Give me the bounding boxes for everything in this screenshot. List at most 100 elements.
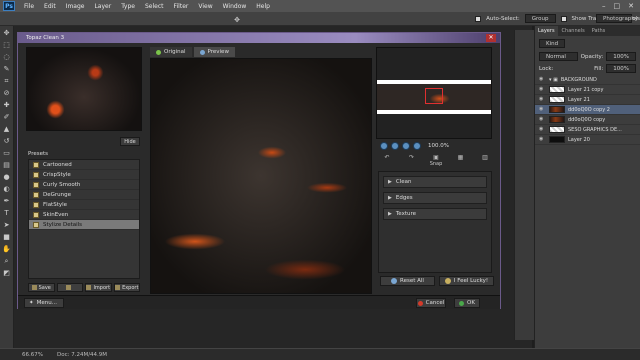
cancel-button[interactable]: Cancel (416, 298, 446, 308)
menu-view[interactable]: View (193, 3, 217, 10)
menu-edit[interactable]: Edit (39, 3, 61, 10)
preset-item[interactable]: SkinEven (29, 210, 139, 220)
layer-row[interactable]: ◉ dd0oQ0O copy 2 (535, 105, 640, 115)
compare-icon[interactable]: ▦ (454, 154, 468, 161)
close-icon[interactable]: ✕ (628, 2, 634, 10)
zoom-100-icon[interactable] (413, 142, 421, 150)
kind-filter-dropdown[interactable]: Kind (539, 39, 566, 48)
zoom-level[interactable]: 66.67% (22, 352, 43, 358)
layer-row[interactable]: ◉ SESO GRAPHICS DE... (535, 125, 640, 135)
dialog-close-button[interactable]: ✕ (486, 34, 496, 42)
history-controls: ↶ ↷ ▣ Snap ▦ ▥ (380, 154, 492, 168)
transform-controls-checkbox[interactable] (560, 15, 567, 22)
eraser-icon[interactable]: ▭ (2, 148, 12, 158)
zoom-fit-icon[interactable] (402, 142, 410, 150)
menu-button[interactable]: ✦ Menu... (24, 298, 64, 308)
layer-row[interactable]: ◉ dd0oQ0O copy (535, 115, 640, 125)
layer-row[interactable]: ◉ Layer 20 (535, 135, 640, 145)
menu-window[interactable]: Window (218, 3, 252, 10)
ok-button[interactable]: OK (454, 298, 480, 308)
edges-section[interactable]: ▶ Edges (383, 192, 487, 204)
hand-tool-icon[interactable]: ✋ (2, 244, 12, 254)
import-button[interactable]: Import (85, 283, 112, 292)
snap-button[interactable]: ▣ Snap (429, 154, 443, 167)
visibility-eye-icon[interactable]: ◉ (539, 76, 546, 83)
blur-tool-icon[interactable]: ● (2, 172, 12, 182)
zoom-in-icon[interactable] (380, 142, 388, 150)
menu-select[interactable]: Select (140, 3, 169, 10)
preset-item[interactable]: Stylize Details (29, 220, 139, 230)
visibility-eye-icon[interactable]: ◉ (539, 86, 546, 93)
auto-select-checkbox[interactable] (475, 15, 482, 22)
menu-layer[interactable]: Layer (89, 3, 116, 10)
navigator-box[interactable] (376, 47, 492, 139)
menu-help[interactable]: Help (251, 3, 275, 10)
maximize-icon[interactable]: □ (614, 2, 621, 10)
crop-tool-icon[interactable]: ⌗ (2, 76, 12, 86)
type-tool-icon[interactable]: T (2, 208, 12, 218)
tab-paths[interactable]: Paths (589, 26, 609, 36)
tab-preview[interactable]: Preview (193, 47, 235, 57)
dialog-title-bar[interactable]: Topaz Clean 3 ✕ (18, 33, 500, 43)
visibility-eye-icon[interactable]: ◉ (539, 126, 546, 133)
export-button[interactable]: Export (113, 283, 140, 292)
quick-select-icon[interactable]: ✎ (2, 64, 12, 74)
history-brush-icon[interactable]: ↺ (2, 136, 12, 146)
auto-select-dropdown[interactable]: Group (524, 14, 556, 23)
preset-item[interactable]: CrispStyle (29, 170, 139, 180)
reset-all-button[interactable]: Reset All (380, 276, 435, 286)
hide-button[interactable]: Hide (120, 137, 140, 146)
minimize-icon[interactable]: – (602, 2, 606, 10)
stamp-tool-icon[interactable]: ▲ (2, 124, 12, 134)
color-swatches-icon[interactable]: ◩ (2, 268, 12, 278)
move-tool-icon[interactable]: ✥ (232, 15, 242, 25)
navigator-selection-box[interactable] (425, 88, 443, 104)
feel-lucky-button[interactable]: I Feel Lucky! (439, 276, 494, 286)
pen-tool-icon[interactable]: ✒ (2, 196, 12, 206)
lasso-tool-icon[interactable]: ◌ (2, 52, 12, 62)
visibility-eye-icon[interactable]: ◉ (539, 96, 546, 103)
menu-type[interactable]: Type (116, 3, 140, 10)
preset-item[interactable]: Curly Smooth (29, 180, 139, 190)
zoom-out-icon[interactable] (391, 142, 399, 150)
preset-item[interactable]: Cartooned (29, 160, 139, 170)
preset-item[interactable]: FlatStyle (29, 200, 139, 210)
redo-icon[interactable]: ↷ (405, 154, 419, 161)
history-icon[interactable]: ▥ (478, 154, 492, 161)
layer-row[interactable]: ◉ Layer 21 (535, 95, 640, 105)
blend-mode-dropdown[interactable]: Normal (539, 52, 578, 61)
zoom-tool-icon[interactable]: ⌕ (2, 256, 12, 266)
gradient-icon[interactable]: ▤ (2, 160, 12, 170)
tab-channels[interactable]: Channels (559, 26, 588, 36)
texture-section[interactable]: ▶ Texture (383, 208, 487, 220)
shape-tool-icon[interactable]: ■ (2, 232, 12, 242)
opacity-field[interactable]: 100% (606, 52, 636, 61)
layer-row[interactable]: ◉ Layer 21 copy (535, 85, 640, 95)
eyedropper-icon[interactable]: ⊘ (2, 88, 12, 98)
visibility-eye-icon[interactable]: ◉ (539, 106, 546, 113)
menu-file[interactable]: File (19, 3, 39, 10)
visibility-eye-icon[interactable]: ◉ (539, 136, 546, 143)
fill-field[interactable]: 100% (606, 64, 636, 73)
undo-icon[interactable]: ↶ (380, 154, 394, 161)
navigator-thumbnail[interactable] (26, 47, 142, 131)
folder-button[interactable] (56, 283, 83, 292)
path-select-icon[interactable]: ➤ (2, 220, 12, 230)
move-tool-icon[interactable]: ✥ (2, 28, 12, 38)
workspace-dropdown[interactable]: Photography (596, 14, 638, 23)
preset-item[interactable]: DeGrunge (29, 190, 139, 200)
save-preset-button[interactable]: Save (28, 283, 55, 292)
menu-image[interactable]: Image (61, 3, 90, 10)
marquee-tool-icon[interactable]: ⬚ (2, 40, 12, 50)
folder-icon[interactable]: ▾ ▣ (549, 77, 558, 83)
brush-tool-icon[interactable]: ✐ (2, 112, 12, 122)
dodge-tool-icon[interactable]: ◐ (2, 184, 12, 194)
visibility-eye-icon[interactable]: ◉ (539, 116, 546, 123)
menu-filter[interactable]: Filter (169, 3, 194, 10)
healing-brush-icon[interactable]: ✚ (2, 100, 12, 110)
tab-layers[interactable]: Layers (535, 26, 558, 36)
layer-row[interactable]: ◉ ▾ ▣ BACKGROUND (535, 75, 640, 85)
tab-original[interactable]: Original (150, 47, 192, 57)
clean-section[interactable]: ▶ Clean (383, 176, 487, 188)
main-preview-image[interactable] (150, 58, 372, 294)
